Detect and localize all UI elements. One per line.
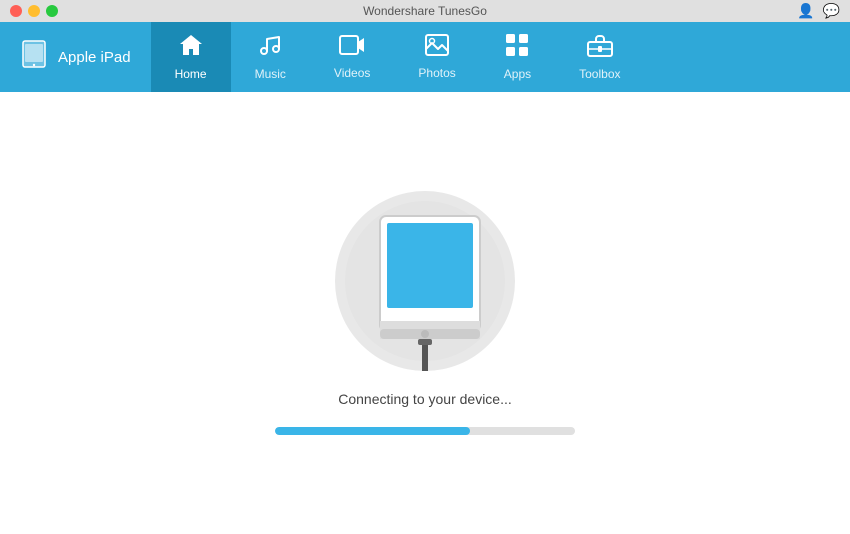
tab-toolbox[interactable]: Toolbox	[555, 22, 644, 92]
progress-bar-fill	[275, 427, 470, 435]
home-icon	[178, 33, 204, 63]
nav-bar: Apple iPad Home Music	[0, 22, 850, 92]
status-text: Connecting to your device...	[338, 391, 512, 407]
device-name: Apple iPad	[58, 49, 131, 66]
close-button[interactable]	[10, 5, 22, 17]
tab-apps[interactable]: Apps	[480, 22, 555, 92]
toolbox-icon	[587, 33, 613, 63]
device-svg	[335, 191, 515, 371]
app-title: Wondershare TunesGo	[363, 4, 487, 18]
photos-icon	[425, 34, 449, 62]
minimize-button[interactable]	[28, 5, 40, 17]
chat-icon[interactable]: 💬	[823, 3, 840, 20]
progress-bar-container	[275, 427, 575, 435]
tab-toolbox-label: Toolbox	[579, 67, 620, 81]
nav-tabs: Home Music Videos	[151, 22, 850, 92]
tab-photos-label: Photos	[418, 66, 455, 80]
tab-home[interactable]: Home	[151, 22, 231, 92]
user-icon[interactable]: 👤	[797, 3, 814, 20]
apps-icon	[505, 33, 529, 63]
tab-apps-label: Apps	[504, 67, 531, 81]
main-content: Connecting to your device...	[0, 92, 850, 534]
music-icon	[258, 33, 282, 63]
tab-music[interactable]: Music	[231, 22, 310, 92]
tab-home-label: Home	[175, 67, 207, 81]
device-label: Apple iPad	[0, 22, 151, 92]
title-bar-actions: 👤 💬	[797, 3, 840, 20]
tab-photos[interactable]: Photos	[394, 22, 479, 92]
tab-music-label: Music	[255, 67, 286, 81]
title-bar: Wondershare TunesGo 👤 💬	[0, 0, 850, 22]
traffic-lights	[10, 5, 58, 17]
tab-videos-label: Videos	[334, 66, 370, 80]
device-illustration	[335, 191, 515, 371]
device-icon	[20, 40, 48, 74]
maximize-button[interactable]	[46, 5, 58, 17]
tab-videos[interactable]: Videos	[310, 22, 394, 92]
videos-icon	[339, 34, 365, 62]
